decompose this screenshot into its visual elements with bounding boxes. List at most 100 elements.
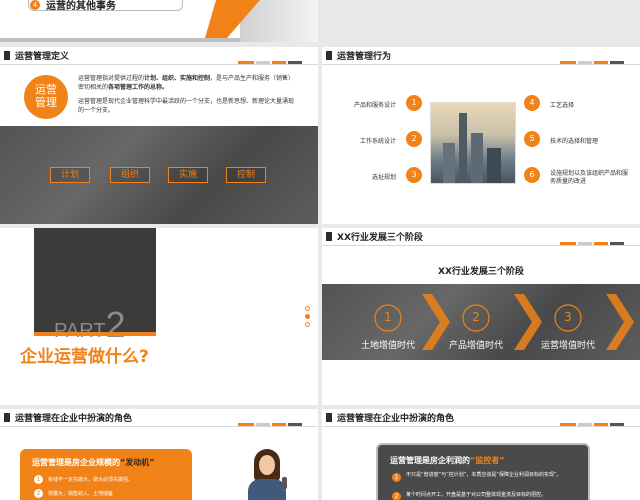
para-1-b: 计划、组织、实施和控制 [144, 75, 211, 82]
title-strip-orange [238, 61, 254, 64]
behavior-label-4: 工艺选择 [550, 102, 575, 109]
behavior-num-3: 3 [406, 167, 422, 183]
presenter-body [248, 479, 286, 500]
title-strip-orange [272, 423, 286, 426]
stage-label-2: 产品增值时代 [448, 341, 503, 351]
building [443, 143, 455, 183]
circle-text-2: 管理 [35, 96, 57, 109]
title-strip-orange [560, 61, 576, 64]
para-1-d: 各项管理工作的总称。 [108, 84, 169, 91]
title-divider [322, 245, 640, 246]
title-strip-gray [578, 423, 592, 426]
stage-num-1: 1 [384, 310, 392, 324]
behavior-num-2: 2 [406, 131, 422, 147]
behavior-label-6: 设施规划以及该组织产品和服务质量的改进 [550, 170, 629, 185]
part-dark-box: PART2 [34, 228, 156, 345]
behavior-label-5: 技术的选择和管理 [550, 138, 599, 145]
para-1-a: 运营管理指对提供过程的 [78, 75, 145, 82]
title-bar: XX行业发展三个阶段 [322, 228, 640, 246]
slide-title: 运营管理定义 [15, 52, 70, 62]
title-strip-gray [578, 61, 592, 64]
stage-num-2: 2 [472, 310, 480, 324]
title-mark [326, 51, 332, 60]
slide-top-partial[interactable]: 4 运营的其他事务 [0, 0, 318, 42]
title-strip-gray [256, 423, 270, 426]
engine-title-a: 运营管理是房企业规模的 [32, 458, 120, 467]
monitor-box-title: 运营管理是房企利润的“监控者” [390, 455, 505, 466]
stages-subtitle: XX行业发展三个阶段 [438, 267, 524, 277]
slide-title: XX行业发展三个阶段 [337, 233, 423, 243]
stage-label-1: 土地增值时代 [360, 341, 415, 351]
top-item-number: 4 [30, 0, 40, 10]
behavior-num-5: 5 [524, 131, 540, 147]
building [459, 113, 467, 183]
title-strip-dark [610, 423, 624, 426]
title-mark [326, 413, 332, 422]
definition-para-1: 运营管理指对提供过程的计划、组织、实施和控制，是与产品生产和服务（销售）密切相关… [78, 74, 296, 92]
title-strip-orange [594, 423, 608, 426]
tag-implement: 实施 [168, 167, 208, 183]
title-mark [4, 413, 10, 422]
title-mark [4, 51, 10, 60]
slide-definition[interactable]: 运营管理定义 运营 管理 运营管理指对提供过程的计划、组织、实施和控制，是与产品… [0, 47, 318, 224]
title-strip-orange [594, 61, 608, 64]
nav-dot-active[interactable] [305, 314, 310, 319]
behavior-label-1: 产品和服务设计 [353, 102, 396, 109]
monitor-item-num-1: 1 [392, 473, 401, 482]
title-strip-orange [560, 242, 576, 245]
title-bar: 运营管理在企业中扮演的角色 [0, 409, 318, 427]
part-word: PART2 [54, 304, 126, 346]
title-strip-dark [288, 423, 302, 426]
behavior-label-3: 选址规划 [371, 174, 396, 181]
title-strip-gray [256, 61, 270, 64]
tag-control: 控制 [226, 167, 266, 183]
behavior-num-4: 4 [524, 95, 540, 111]
definition-circle: 运营 管理 [24, 75, 68, 119]
slide-role-monitor[interactable]: 运营管理在企业中扮演的角色 运营管理是房企利润的“监控者” 1 不只是“管进度”… [322, 409, 640, 500]
slide-role-engine[interactable]: 运营管理在企业中扮演的角色 运营管理是房企业规模的“发动机” 1 有钱不一定先做… [0, 409, 318, 500]
title-strip-dark [610, 242, 624, 245]
title-mark [326, 232, 332, 241]
stage-num-3: 3 [564, 310, 572, 324]
behavior-num-1: 1 [406, 95, 422, 111]
monitor-item-text-2: 某个时间点开工，开盘是基于对公司整体现金流及目标的把控。 [406, 492, 547, 498]
slide-title: 运营管理在企业中扮演的角色 [337, 414, 455, 424]
title-bar: 运营管理在企业中扮演的角色 [322, 409, 640, 427]
slide-part[interactable]: PART2 企业运营做什么? [0, 228, 318, 405]
title-strip-dark [288, 61, 302, 64]
title-strip-orange [238, 423, 254, 426]
presenter-illustration [242, 447, 292, 500]
part-number: 2 [105, 304, 126, 345]
definition-para-2: 运营管理是现代企业管理科学中最活跃的一个分支，也是新思想、新理论大量涌现的一个分… [78, 98, 295, 114]
presenter-face [259, 455, 275, 475]
nav-dot[interactable] [305, 306, 310, 311]
engine-item-text-1: 有钱不一定先做大，做大必须先做强。 [48, 477, 134, 483]
building [487, 148, 501, 183]
title-strip-orange [560, 423, 576, 426]
stage-label-3: 运营增值时代 [540, 341, 595, 351]
engine-item-num-2: 2 [34, 489, 43, 498]
title-divider [322, 64, 640, 65]
microphone-icon [282, 477, 287, 489]
definition-photo [0, 126, 318, 224]
tag-organize: 组织 [110, 167, 150, 183]
behavior-label-2: 工作系统设计 [359, 138, 396, 145]
part-orange-bar [34, 332, 156, 336]
monitor-title-a: 运营管理是房企利润的 [390, 456, 470, 465]
title-divider [322, 426, 640, 427]
nav-dot[interactable] [305, 322, 310, 327]
slide-stages[interactable]: XX行业发展三个阶段 XX行业发展三个阶段 1 土地增值时代 2 产品增值时代 … [322, 228, 640, 405]
title-strip-orange [272, 61, 286, 64]
monitor-title-b: “监控者” [470, 456, 505, 465]
slide-behavior[interactable]: 运营管理行为 产品和服务设计 1 工作系统设计 2 选址规划 3 4 工艺选择 … [322, 47, 640, 224]
title-strip-dark [610, 61, 624, 64]
part-heading: 企业运营做什么? [20, 347, 149, 367]
engine-title-b: “发动机” [120, 458, 155, 467]
chevron-3 [606, 294, 634, 350]
title-strip-gray [578, 242, 592, 245]
engine-box: 运营管理是房企业规模的“发动机” 1 有钱不一定先做大，做大必须先做强。 2 规… [20, 449, 192, 500]
slide-title: 运营管理行为 [337, 52, 392, 62]
part-word-text: PART [54, 320, 106, 342]
top-item-text: 运营的其他事务 [46, 1, 116, 12]
behavior-num-6: 6 [524, 167, 540, 183]
